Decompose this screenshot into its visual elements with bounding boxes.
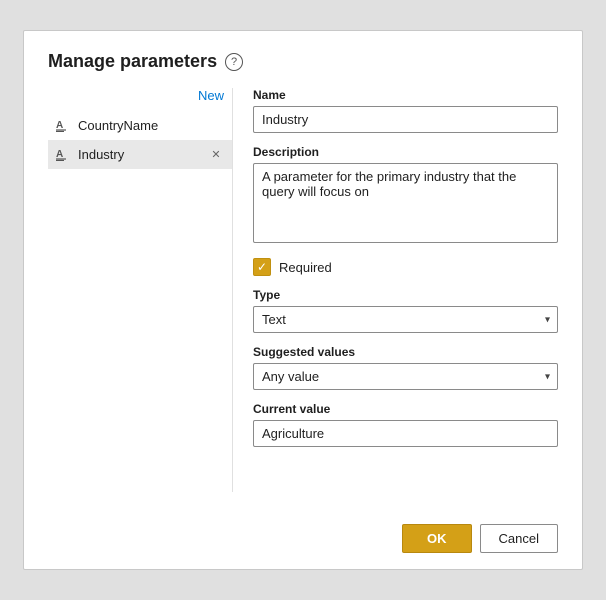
new-button[interactable]: New	[198, 88, 224, 103]
description-label: Description	[253, 145, 558, 159]
type-field-group: Type Text Number Date Boolean ▾	[253, 288, 558, 333]
description-input[interactable]	[253, 163, 558, 243]
name-input[interactable]	[253, 106, 558, 133]
dialog-footer: OK Cancel	[48, 512, 558, 553]
close-param-icon[interactable]: ✕	[208, 147, 224, 163]
current-value-field-group: Current value	[253, 402, 558, 447]
checkmark-icon: ✓	[257, 261, 267, 273]
type-select[interactable]: Text Number Date Boolean	[253, 306, 558, 333]
description-field-group: Description	[253, 145, 558, 246]
param-item-industry[interactable]: A Industry ✕	[48, 140, 232, 169]
current-value-label: Current value	[253, 402, 558, 416]
required-checkbox[interactable]: ✓	[253, 258, 271, 276]
svg-text:A: A	[56, 149, 63, 160]
param-type-icon-industry: A	[56, 145, 72, 164]
type-label: Type	[253, 288, 558, 302]
svg-text:A: A	[56, 120, 63, 131]
param-item-countryname[interactable]: A CountryName	[48, 111, 232, 140]
param-label-countryname: CountryName	[78, 118, 224, 133]
right-panel: Name Description ✓ Required Type	[233, 88, 558, 492]
ok-button[interactable]: OK	[402, 524, 472, 553]
suggested-values-field-group: Suggested values Any value List of value…	[253, 345, 558, 390]
cancel-button[interactable]: Cancel	[480, 524, 558, 553]
suggested-values-select[interactable]: Any value List of values Query	[253, 363, 558, 390]
param-list: A CountryName A	[48, 111, 232, 492]
name-label: Name	[253, 88, 558, 102]
left-panel: New A CountryName	[48, 88, 233, 492]
dialog-title: Manage parameters	[48, 51, 217, 72]
type-select-wrapper: Text Number Date Boolean ▾	[253, 306, 558, 333]
left-panel-header: New	[48, 88, 232, 111]
dialog-body: New A CountryName	[48, 88, 558, 492]
param-type-icon-countryname: A	[56, 116, 72, 135]
help-icon[interactable]: ?	[225, 53, 243, 71]
manage-parameters-dialog: Manage parameters ? New A	[23, 30, 583, 570]
param-label-industry: Industry	[78, 147, 202, 162]
current-value-input[interactable]	[253, 420, 558, 447]
suggested-values-label: Suggested values	[253, 345, 558, 359]
required-label: Required	[279, 260, 332, 275]
suggested-values-select-wrapper: Any value List of values Query ▾	[253, 363, 558, 390]
dialog-header: Manage parameters ?	[48, 51, 558, 72]
name-field-group: Name	[253, 88, 558, 133]
required-row: ✓ Required	[253, 258, 558, 276]
